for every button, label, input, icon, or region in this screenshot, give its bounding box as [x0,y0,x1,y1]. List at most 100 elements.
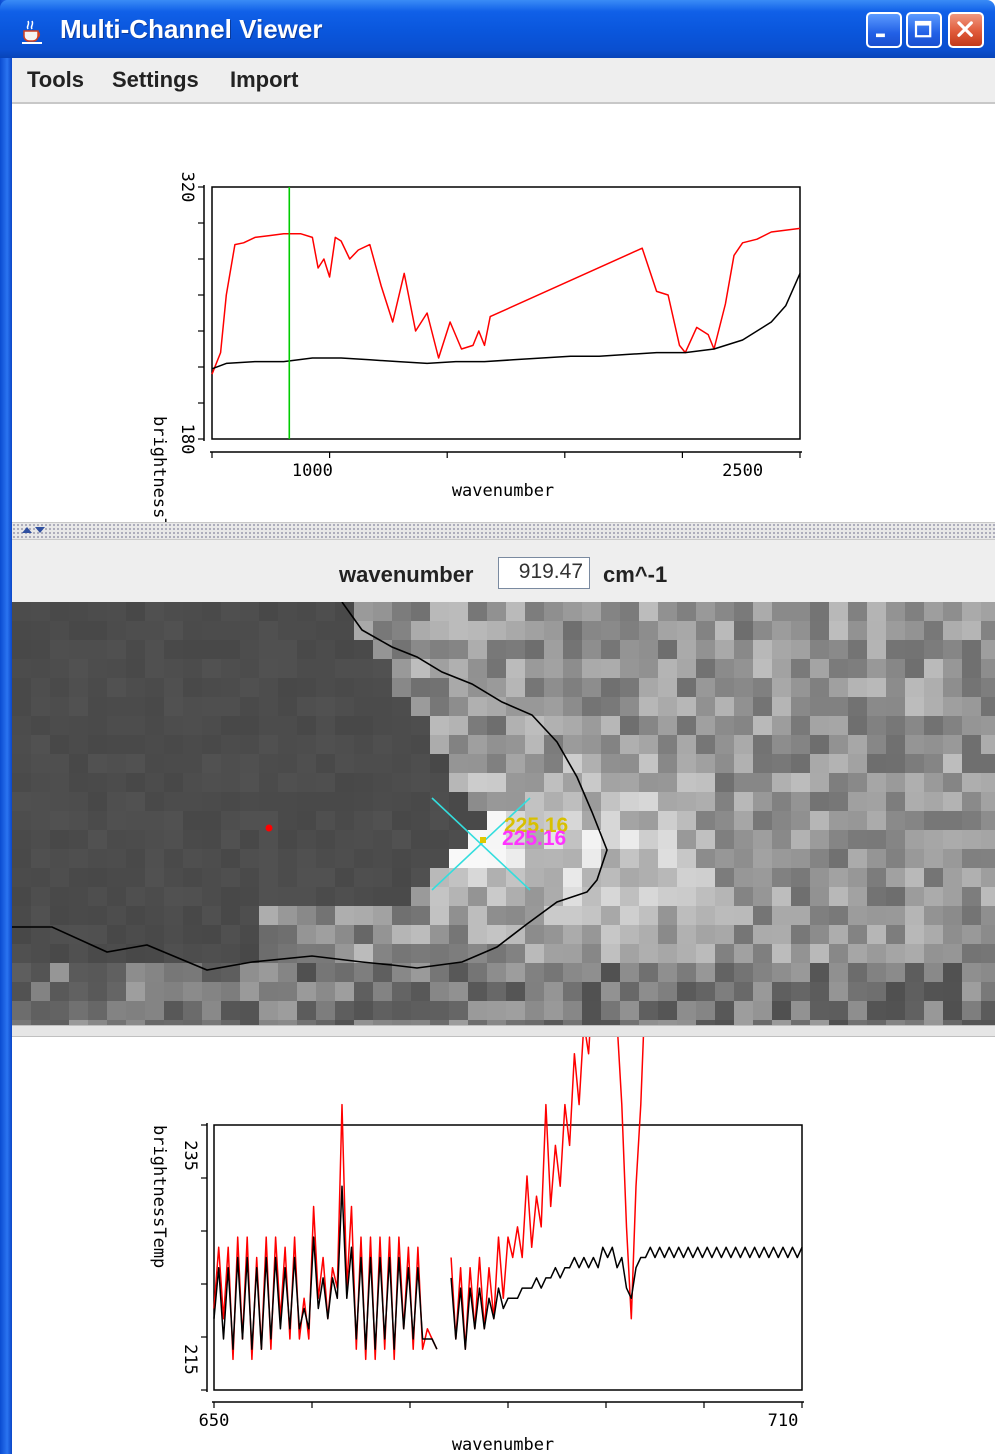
image-pixel [563,716,582,735]
image-pixel [335,925,354,944]
image-pixel [107,982,126,1001]
image-pixel [164,773,183,792]
image-pixel [962,697,981,716]
image-pixel [12,963,31,982]
image-pixel [848,621,867,640]
image-pixel [886,678,905,697]
image-pixel [202,716,221,735]
brightness-image-canvas[interactable]: 225.16 225.16 [12,602,995,1025]
image-pixel [259,659,278,678]
y-tick-label: 320 [177,172,197,203]
menu-import[interactable]: Import [230,67,298,93]
image-pixel [164,621,183,640]
image-pixel [449,716,468,735]
marker-point-red[interactable] [265,824,273,832]
image-pixel [335,868,354,887]
image-pixel [221,716,240,735]
image-pixel [221,944,240,963]
maximize-button[interactable] [906,12,942,48]
image-pixel [183,773,202,792]
probe-point[interactable] [480,837,486,843]
image-pixel [715,849,734,868]
image-pixel [354,887,373,906]
image-pixel [601,906,620,925]
spectrum-overview-chart[interactable]: brightnessTemp wavenumber 1000 2500 180 320 [12,104,995,559]
image-pixel [620,849,639,868]
image-pixel [69,754,88,773]
image-pixel [468,735,487,754]
image-pixel [468,792,487,811]
image-pixel [164,678,183,697]
image-pixel [221,697,240,716]
image-pixel [297,982,316,1001]
split-pane-divider[interactable] [12,522,995,540]
split-pane-divider-lower[interactable] [12,1025,995,1037]
image-pixel [202,811,221,830]
image-pixel [316,811,335,830]
image-pixel [620,944,639,963]
image-pixel [392,944,411,963]
image-pixel [202,621,221,640]
image-pixel [392,621,411,640]
image-pixel [848,1001,867,1020]
image-pixel [962,773,981,792]
image-pixel [943,640,962,659]
image-pixel [715,678,734,697]
image-pixel [430,906,449,925]
image-pixel [430,640,449,659]
image-pixel [829,735,848,754]
title-bar[interactable]: Multi-Channel Viewer [0,0,995,58]
image-pixel [620,716,639,735]
image-pixel [715,754,734,773]
image-pixel [506,982,525,1001]
image-pixel [259,754,278,773]
image-pixel [31,906,50,925]
image-pixel [620,621,639,640]
image-pixel [867,659,886,678]
close-button[interactable] [948,12,984,48]
image-pixel [620,640,639,659]
image-pixel [829,659,848,678]
split-up-arrow-icon[interactable] [22,527,32,533]
image-pixel [563,640,582,659]
image-pixel [373,887,392,906]
image-pixel [145,849,164,868]
minimize-button[interactable] [866,12,902,48]
image-pixel [715,602,734,621]
menu-tools[interactable]: Tools [27,67,84,93]
image-pixel [12,621,31,640]
image-pixel [639,868,658,887]
image-pixel [601,944,620,963]
image-pixel [164,906,183,925]
image-pixel [392,868,411,887]
image-pixel [905,887,924,906]
image-pixel [563,697,582,716]
image-pixel [259,849,278,868]
wavenumber-input[interactable]: 919.47 [498,557,590,589]
image-pixel [316,963,335,982]
image-pixel [259,830,278,849]
image-pixel [943,678,962,697]
menu-settings[interactable]: Settings [112,67,199,93]
image-pixel [582,678,601,697]
image-pixel [354,1001,373,1020]
image-pixel [658,735,677,754]
image-pixel [563,925,582,944]
image-pixel [734,640,753,659]
image-pixel [715,982,734,1001]
brightness-image-pane[interactable]: 225.16 225.16 [12,602,995,1025]
split-down-arrow-icon[interactable] [35,527,45,533]
image-pixel [848,849,867,868]
image-pixel [221,849,240,868]
image-pixel [183,944,202,963]
image-pixel [107,925,126,944]
image-pixel [772,868,791,887]
image-pixel [772,963,791,982]
spectrum-zoom-chart[interactable]: brightnessTemp wavenumber 650 710 215 235 [12,1037,995,1454]
image-pixel [449,735,468,754]
image-pixel [544,773,563,792]
image-pixel [354,735,373,754]
image-pixel [69,811,88,830]
image-pixel [620,792,639,811]
image-pixel [50,811,69,830]
